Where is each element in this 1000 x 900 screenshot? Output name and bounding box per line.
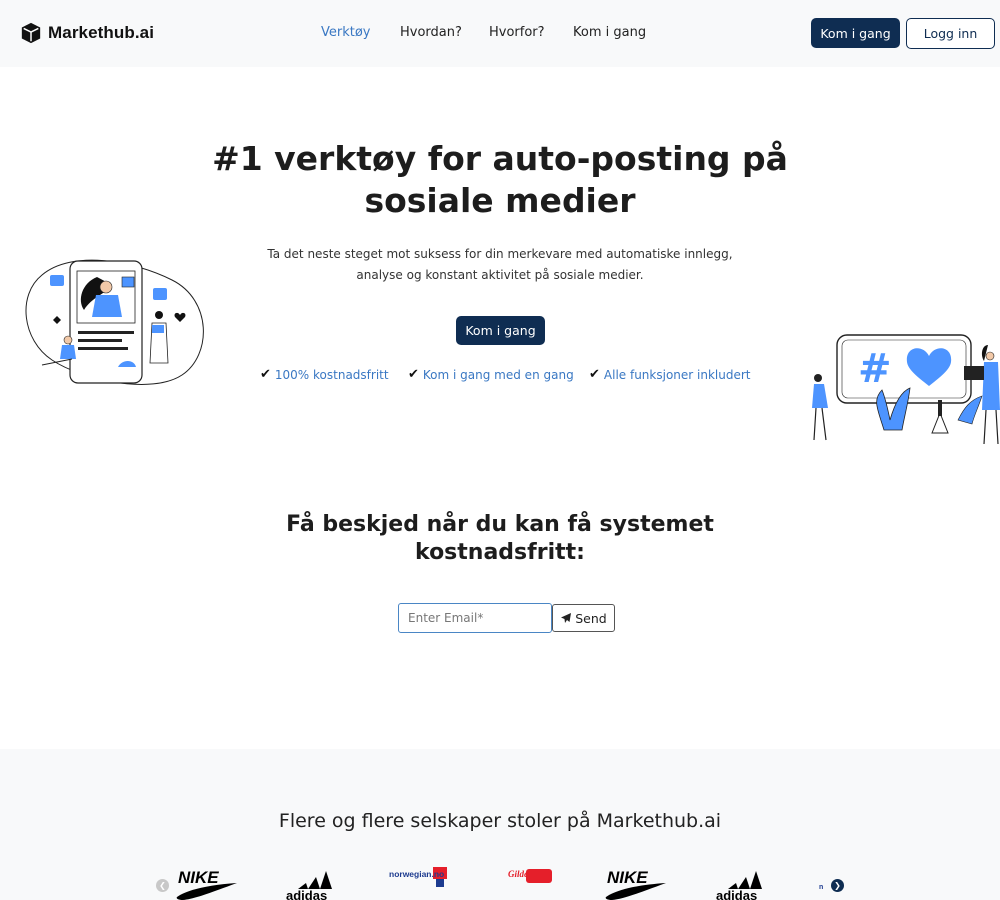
hero-subtitle: Ta det neste steget mot suksess for din … (267, 247, 733, 282)
adidas-logo: adidas (286, 871, 332, 900)
feature-label: Alle funksjoner inkludert (603, 367, 751, 382)
nike-logo: NIKE (605, 868, 666, 900)
send-label: Send (575, 610, 607, 626)
paper-plane-icon (561, 613, 572, 623)
hero-title: #1 verktøy for auto-posting på sosiale m… (212, 139, 788, 220)
nav-link-hvorfor[interactable]: Hvorfor? (489, 25, 545, 40)
logo-text: NIKE (607, 868, 648, 887)
feature-label: Kom i gang med en gang (422, 367, 574, 382)
check-icon: ✔ (589, 367, 600, 382)
feature-label: 100% kostnadsfritt (274, 367, 389, 382)
social-media-illustration (25, 259, 204, 385)
logo-text: adidas (716, 888, 757, 900)
check-icon: ✔ (408, 367, 419, 382)
norwegian-logo-partial: n (819, 884, 823, 891)
carousel-prev-button[interactable]: ❮ (156, 879, 169, 892)
norwegian-logo: norwegian.no (389, 867, 447, 887)
nav-link-hvordan[interactable]: Hvordan? (400, 25, 462, 40)
logo-carousel: ❮ NIKE adidas norwegian.no Gilde NIKE ad… (0, 867, 1000, 900)
nav-link-kom-i-gang[interactable]: Kom i gang (573, 25, 646, 40)
feature-item: ✔ Kom i gang med en gang (408, 367, 574, 382)
email-input[interactable] (398, 603, 552, 633)
get-started-button[interactable]: Kom i gang (811, 18, 900, 48)
login-button[interactable]: Logg inn (906, 18, 995, 49)
feature-item: ✔ Alle funksjoner inkludert (589, 367, 751, 382)
check-icon: ✔ (260, 367, 271, 382)
logo-text: NIKE (178, 868, 219, 887)
trusted-by-section: Flere og flere selskaper stoler på Marke… (0, 749, 1000, 900)
notify-title: Få beskjed når du kan få systemet kostna… (286, 512, 714, 565)
logo-text: adidas (286, 888, 327, 900)
send-button[interactable]: Send (552, 604, 615, 632)
adidas-logo: adidas (716, 871, 762, 900)
trust-title: Flere og flere selskaper stoler på Marke… (278, 810, 722, 832)
hero-get-started-button[interactable]: Kom i gang (456, 316, 545, 345)
gilde-logo: Gilde (508, 869, 552, 883)
logo-text: Gilde (508, 869, 528, 879)
navbar: Markethub.ai Verktøy Hvordan? Hvorfor? K… (0, 0, 1000, 67)
logo-text: norwegian.no (389, 869, 444, 879)
carousel-next-button[interactable]: ❯ (831, 879, 844, 892)
logo-text: n (819, 884, 823, 891)
feature-item: ✔ 100% kostnadsfritt (260, 367, 389, 382)
nike-logo: NIKE (176, 868, 237, 900)
nav-link-verktoy[interactable]: Verktøy (321, 25, 371, 40)
svg-text:#: # (858, 346, 892, 392)
hashtag-like-illustration: # (812, 334, 1000, 445)
